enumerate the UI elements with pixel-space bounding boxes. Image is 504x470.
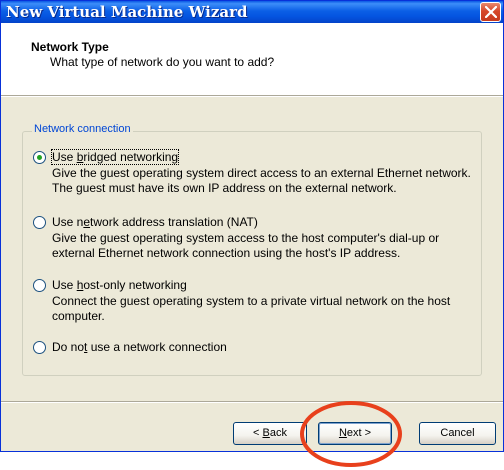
title-bar[interactable]: New Virtual Machine Wizard <box>1 1 503 23</box>
radio-host-only[interactable] <box>33 279 46 292</box>
radio-no-network[interactable] <box>33 341 46 354</box>
option-host-only-label[interactable]: Use host-only networking <box>52 278 187 292</box>
header-divider <box>1 95 503 97</box>
option-nat-description: Give the guest operating system access t… <box>52 231 440 260</box>
page-subtitle: What type of network do you want to add? <box>50 55 275 69</box>
radio-selected-dot <box>37 155 42 160</box>
option-no-network-label[interactable]: Do not use a network connection <box>52 340 227 354</box>
close-icon <box>485 6 497 18</box>
next-button[interactable]: Next > <box>318 422 392 445</box>
wizard-header: Network Type What type of network do you… <box>1 23 503 95</box>
window-title: New Virtual Machine Wizard <box>6 3 248 21</box>
option-bridged-description: Give the guest operating system direct a… <box>52 166 471 195</box>
close-button[interactable] <box>480 2 501 22</box>
wizard-dialog: New Virtual Machine Wizard Network Type … <box>0 0 504 452</box>
radio-nat[interactable] <box>33 216 46 229</box>
option-bridged-label[interactable]: Use bridged networking <box>50 149 180 165</box>
group-legend: Network connection <box>32 123 133 135</box>
cancel-button[interactable]: Cancel <box>419 422 496 445</box>
option-nat-label[interactable]: Use network address translation (NAT) <box>52 215 258 229</box>
page-title: Network Type <box>31 40 109 54</box>
footer-divider <box>1 401 503 403</box>
radio-bridged[interactable] <box>33 151 46 164</box>
option-host-only-description: Connect the guest operating system to a … <box>52 294 451 323</box>
back-button[interactable]: < Back <box>233 422 307 445</box>
